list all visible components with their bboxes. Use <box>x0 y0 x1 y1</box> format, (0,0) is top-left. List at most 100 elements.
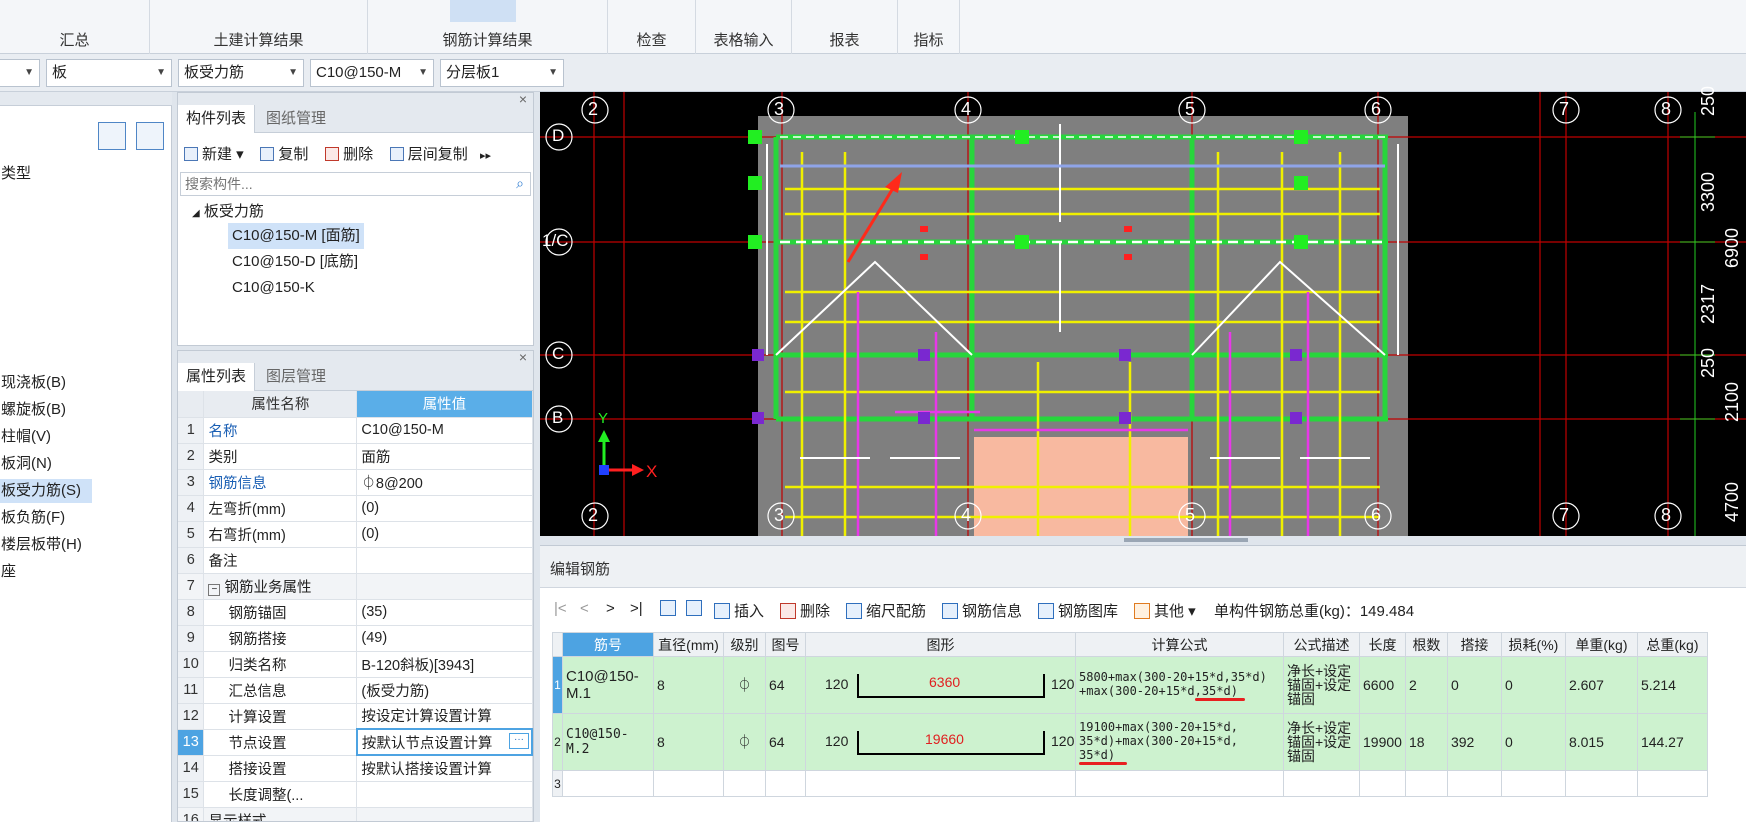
ribbon-group-table-input[interactable]: 表格输入 <box>696 0 792 54</box>
prop-value-calc-setting[interactable]: 按设定计算设置计算 <box>356 703 533 730</box>
splitter-grip[interactable] <box>1124 538 1248 542</box>
cell-figure-no[interactable]: 64 <box>765 656 806 714</box>
collapse-box-icon[interactable]: − <box>208 583 221 596</box>
empty-cell[interactable] <box>723 770 766 797</box>
empty-cell[interactable] <box>1500 770 1566 797</box>
scale-rebar-button[interactable]: 缩尺配筋 <box>846 600 926 621</box>
search-input[interactable] <box>181 173 481 195</box>
col-diameter[interactable]: 直径(mm) <box>653 632 724 657</box>
copy-button[interactable]: 复制 <box>260 146 308 163</box>
col-unit-weight[interactable]: 单重(kg) <box>1564 632 1638 657</box>
nav-item-floor-band[interactable]: 楼层板带(H) <box>0 533 82 557</box>
nav-item-column-cap[interactable]: 柱帽(V) <box>0 425 51 449</box>
cell-bar-no[interactable]: C10@150-M.1 <box>562 656 654 714</box>
table-row[interactable]: 2 C10@150-M.2 8 ⏀ 64 120 19660 120 19100… <box>552 713 1708 771</box>
cell-formula[interactable]: 5800+max(300-20+15*d,35*d) +max(300-20+1… <box>1075 656 1284 714</box>
more-icon[interactable]: ▸▸ <box>480 150 491 162</box>
nav-item-cast-slab[interactable]: 现浇板(B) <box>0 371 66 395</box>
ribbon-group-check[interactable]: 检查 <box>608 0 696 54</box>
tree-view-icon[interactable] <box>136 122 164 150</box>
move-up-button[interactable] <box>660 600 680 617</box>
row-index[interactable]: 1 <box>552 656 563 714</box>
tree-item-k[interactable]: C10@150-K <box>228 275 319 301</box>
prop-value-node-setting[interactable]: 按默认节点设置计算 ··· <box>355 728 533 756</box>
col-figure-no[interactable]: 图号 <box>765 632 806 657</box>
nav-item-slab-hole[interactable]: 板洞(N) <box>0 452 52 476</box>
ribbon-active-button[interactable] <box>450 0 516 22</box>
prev-record-button[interactable]: < <box>580 600 589 617</box>
ellipsis-button[interactable]: ··· <box>509 733 529 749</box>
ribbon-group-civil[interactable]: 土建计算结果 <box>150 0 368 54</box>
cell-length[interactable]: 6600 <box>1359 656 1406 714</box>
cell-formula[interactable]: 19100+max(300-20+15*d, 35*d)+max(300-20+… <box>1075 713 1284 771</box>
tab-property-list[interactable]: 属性列表 <box>178 363 256 391</box>
ribbon-group-rebar[interactable]: 钢筋计算结果 <box>368 0 608 54</box>
tree-item-bottom-rebar[interactable]: C10@150-D [底筋] <box>228 249 362 275</box>
prop-value-remark[interactable] <box>356 547 533 574</box>
next-record-button[interactable]: > <box>606 600 615 617</box>
prop-group[interactable]: − 钢筋业务属性 <box>203 573 358 600</box>
insert-button[interactable]: 插入 <box>714 600 764 621</box>
cell-count[interactable]: 2 <box>1404 656 1448 714</box>
rebar-info-button[interactable]: 钢筋信息 <box>942 600 1022 621</box>
nav-item-slab-rebar[interactable]: 板受力筋(S) <box>0 479 92 503</box>
delete-button[interactable]: 删除 <box>325 146 373 163</box>
cell-loss[interactable]: 0 <box>1500 713 1566 771</box>
prop-value-category[interactable]: 面筋 <box>356 443 533 470</box>
ribbon-group-report[interactable]: 报表 <box>792 0 898 54</box>
col-bar-no[interactable]: 筋号 <box>562 632 654 657</box>
tree-root[interactable]: ◢ 板受力筋 <box>192 200 264 221</box>
prop-value-left-bend[interactable]: (0) <box>356 495 533 522</box>
col-formula-desc[interactable]: 公式描述 <box>1283 632 1360 657</box>
empty-cell[interactable] <box>805 770 1076 797</box>
table-row[interactable]: 1 C10@150-M.1 8 ⏀ 64 120 6360 120 5800+m… <box>552 656 1708 714</box>
table-row[interactable]: 3 <box>552 770 1708 797</box>
component-search[interactable]: ⌕ <box>180 172 531 196</box>
search-icon[interactable]: ⌕ <box>516 175 524 192</box>
cell-total-weight[interactable]: 144.27 <box>1636 713 1708 771</box>
cell-lap[interactable]: 0 <box>1446 656 1502 714</box>
cell-bar-no[interactable]: C10@150-M.2 <box>562 713 654 771</box>
nav-item-negative-rebar[interactable]: 板负筋(F) <box>0 506 65 530</box>
cell-lap[interactable]: 392 <box>1446 713 1502 771</box>
category-select[interactable]: 板 ▼ <box>46 59 172 87</box>
ribbon-group-index[interactable]: 指标 <box>898 0 960 54</box>
empty-cell[interactable] <box>1404 770 1448 797</box>
col-formula[interactable]: 计算公式 <box>1075 632 1284 657</box>
empty-cell[interactable] <box>1636 770 1708 797</box>
col-shape[interactable]: 图形 <box>805 632 1076 657</box>
col-lap[interactable]: 搭接 <box>1446 632 1502 657</box>
empty-cell[interactable] <box>653 770 724 797</box>
cell-unit-weight[interactable]: 8.015 <box>1564 713 1638 771</box>
splitter[interactable] <box>540 536 1746 545</box>
col-count[interactable]: 根数 <box>1404 632 1448 657</box>
empty-cell[interactable] <box>562 770 654 797</box>
move-down-button[interactable] <box>686 600 706 617</box>
new-button[interactable]: 新建 ▾ <box>184 146 244 163</box>
cell-unit-weight[interactable]: 2.607 <box>1564 656 1638 714</box>
empty-cell[interactable] <box>1359 770 1406 797</box>
tab-drawing-management[interactable]: 图纸管理 <box>258 105 334 133</box>
empty-cell[interactable] <box>1075 770 1284 797</box>
rebar-library-button[interactable]: 钢筋图库 <box>1038 600 1118 621</box>
cell-shape[interactable]: 120 6360 120 <box>805 656 1076 714</box>
empty-cell[interactable] <box>1446 770 1502 797</box>
cell-diameter[interactable]: 8 <box>653 713 724 771</box>
prop-value-class-name[interactable]: B-120斜板)[3943] <box>356 651 533 678</box>
last-record-button[interactable]: >| <box>630 600 643 617</box>
cell-count[interactable]: 18 <box>1404 713 1448 771</box>
component-type-select[interactable]: 板受力筋 ▼ <box>178 59 304 87</box>
floor-select[interactable]: ▼ <box>0 59 40 87</box>
prop-value-rebar-info[interactable]: ⏀8@200 <box>356 469 533 496</box>
prop-value-lap-setting[interactable]: 按默认搭接设置计算 <box>356 755 533 782</box>
cell-shape[interactable]: 120 19660 120 <box>805 713 1076 771</box>
col-length[interactable]: 长度 <box>1359 632 1406 657</box>
cell-formula-desc[interactable]: 净长+设定锚固+设定锚固 <box>1283 656 1360 714</box>
prop-value-summary[interactable]: (板受力筋) <box>356 677 533 704</box>
prop-value-right-bend[interactable]: (0) <box>356 521 533 548</box>
other-button[interactable]: 其他 ▾ <box>1134 600 1196 621</box>
floor-plan-drawing[interactable] <box>540 92 1746 536</box>
cell-figure-no[interactable]: 64 <box>765 713 806 771</box>
prop-value-anchor[interactable]: (35) <box>356 599 533 626</box>
tree-item-face-rebar[interactable]: C10@150-M [面筋] <box>228 223 364 249</box>
